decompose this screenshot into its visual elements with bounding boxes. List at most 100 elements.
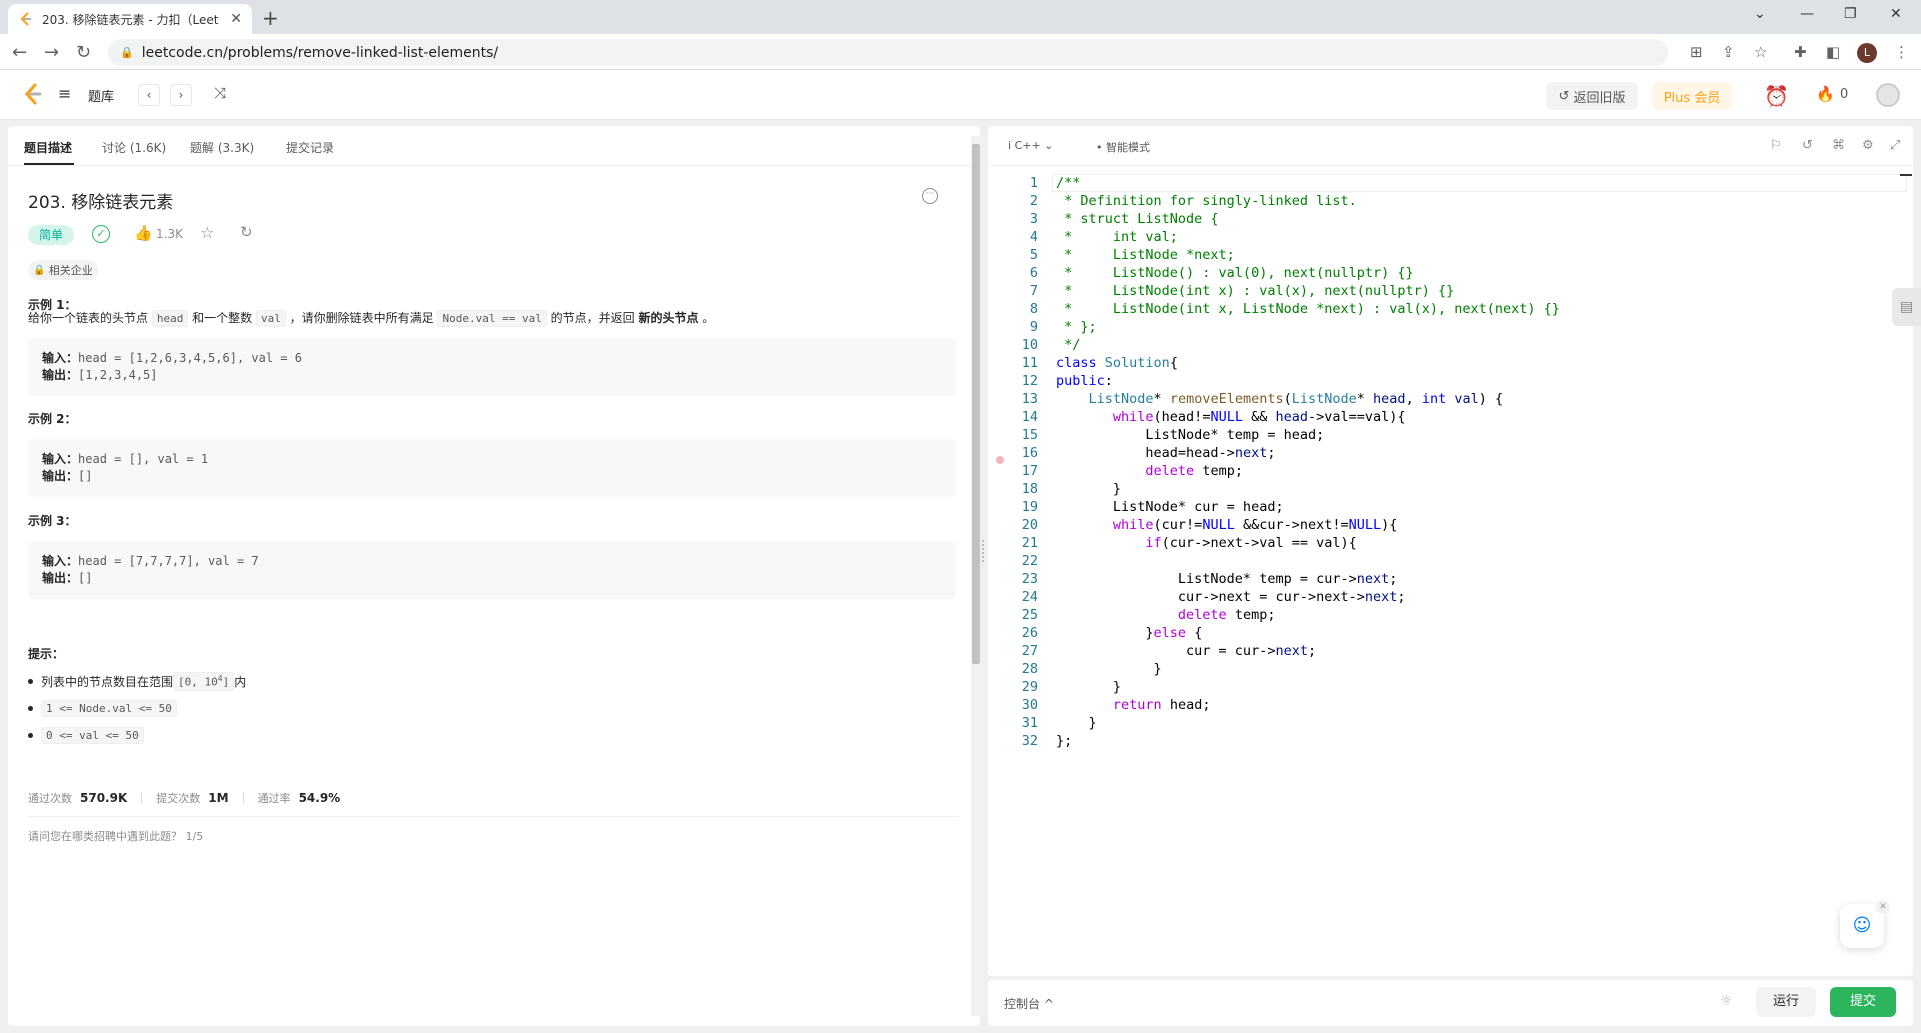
code-line[interactable]: 13 ListNode* removeElements(ListNode* he… bbox=[988, 390, 1503, 408]
more-options-icon[interactable]: ··· bbox=[922, 188, 938, 204]
code-line[interactable]: 5 * ListNode *next; bbox=[988, 246, 1235, 264]
code-text: }; bbox=[1056, 733, 1073, 749]
menu-list-icon[interactable]: ≡ bbox=[58, 84, 71, 103]
code-line[interactable]: 10 */ bbox=[988, 336, 1081, 354]
code-line[interactable]: 1 /** bbox=[988, 174, 1081, 192]
code-line[interactable]: 20 while(cur!=NULL &&cur->next!=NULL){ bbox=[988, 516, 1398, 534]
hint-code: [0, 10 bbox=[178, 675, 218, 689]
code-line[interactable]: 32}; bbox=[988, 732, 1073, 750]
reset-code-icon[interactable]: ↺ bbox=[1802, 138, 1813, 153]
settings-gear-icon[interactable]: ⚙ bbox=[1862, 138, 1874, 153]
code-line[interactable]: 16 head=head->next; bbox=[988, 444, 1276, 462]
example-output: [1,2,3,4,5] bbox=[78, 368, 158, 382]
close-window-icon[interactable]: ✕ bbox=[1890, 6, 1902, 22]
code-line[interactable]: 15 ListNode* temp = head; bbox=[988, 426, 1324, 444]
submit-button[interactable]: 提交 bbox=[1830, 987, 1896, 1017]
problems-link[interactable]: 题库 bbox=[88, 86, 114, 105]
tab-description[interactable]: 题目描述 bbox=[24, 139, 72, 156]
alarm-clock-icon[interactable]: ⏰ bbox=[1764, 84, 1789, 108]
user-avatar[interactable] bbox=[1876, 83, 1900, 107]
browser-menu-icon[interactable]: ⋮ bbox=[1894, 43, 1909, 61]
scrollbar-thumb[interactable] bbox=[972, 144, 980, 664]
shuffle-icon[interactable]: ⤨ bbox=[214, 84, 226, 102]
back-icon[interactable]: ← bbox=[12, 42, 27, 63]
bullet bbox=[28, 678, 33, 684]
code-line[interactable]: 19 ListNode* cur = head; bbox=[988, 498, 1284, 516]
fire-icon[interactable]: 🔥 bbox=[1816, 85, 1835, 103]
prev-problem-icon[interactable]: ‹ bbox=[138, 84, 160, 106]
line-number: 1 bbox=[1029, 175, 1038, 191]
code-line[interactable]: 31 } bbox=[988, 714, 1097, 732]
line-number: 4 bbox=[1029, 229, 1038, 245]
survey-question[interactable]: 请问您在哪类招聘中遇到此题？ 1/5 bbox=[28, 828, 203, 844]
side-panel-icon[interactable]: ◧ bbox=[1826, 43, 1840, 61]
fullscreen-icon[interactable]: ⤢ bbox=[1890, 138, 1900, 153]
line-number: 8 bbox=[1029, 301, 1038, 317]
maximize-icon[interactable]: ❐ bbox=[1844, 6, 1857, 22]
code-line[interactable]: 25 delete temp; bbox=[988, 606, 1276, 624]
bookmark-star-icon[interactable]: ☆ bbox=[1754, 43, 1767, 61]
bookmark-icon[interactable]: ⚐ bbox=[1770, 138, 1782, 153]
code-line[interactable]: 7 * ListNode(int x) : val(x), next(nullp… bbox=[988, 282, 1454, 300]
leetcode-logo-icon[interactable] bbox=[22, 82, 44, 106]
example-output: [] bbox=[78, 469, 93, 483]
code-line[interactable]: 21 if(cur->next->val == val){ bbox=[988, 534, 1357, 552]
next-problem-icon[interactable]: › bbox=[170, 84, 192, 106]
line-number: 21 bbox=[1021, 535, 1038, 551]
related-companies-button[interactable]: 🔒 相关企业 bbox=[28, 260, 98, 280]
thumbs-up-icon[interactable]: 👍 bbox=[134, 224, 153, 242]
code-line[interactable]: 27 cur = cur->next; bbox=[988, 642, 1316, 660]
code-line[interactable]: 24 cur->next = cur->next->next; bbox=[988, 588, 1406, 606]
close-tab-icon[interactable]: ✕ bbox=[230, 11, 242, 27]
code-line[interactable]: 9 * }; bbox=[988, 318, 1097, 336]
tab-discussion[interactable]: 讨论 (1.6K) bbox=[102, 139, 166, 156]
code-line[interactable]: 29 } bbox=[988, 678, 1121, 696]
forward-icon[interactable]: → bbox=[44, 42, 59, 63]
tab-solutions[interactable]: 题解 (3.3K) bbox=[190, 139, 254, 156]
close-chat-icon[interactable]: ✕ bbox=[1876, 900, 1890, 914]
code-line[interactable]: 8 * ListNode(int x, ListNode *next) : va… bbox=[988, 300, 1560, 318]
code-line[interactable]: 3 * struct ListNode { bbox=[988, 210, 1219, 228]
code-line[interactable]: 23 ListNode* temp = cur->next; bbox=[988, 570, 1398, 588]
language-select[interactable]: ⅰ C++ ⌄ bbox=[1008, 139, 1053, 152]
code-line[interactable]: 4 * int val; bbox=[988, 228, 1178, 246]
minimize-icon[interactable]: — bbox=[1800, 6, 1814, 22]
code-line[interactable]: 17 delete temp; bbox=[988, 462, 1243, 480]
fire-count: 0 bbox=[1840, 87, 1849, 102]
code-line[interactable]: 28 } bbox=[988, 660, 1162, 678]
side-file-tab-icon[interactable]: ▤ bbox=[1892, 288, 1921, 326]
new-tab-icon[interactable]: + bbox=[262, 6, 279, 30]
old-version-button[interactable]: ↺ 返回旧版 bbox=[1546, 82, 1638, 110]
code-line[interactable]: 12 public: bbox=[988, 372, 1113, 390]
url-input[interactable]: 🔒 leetcode.cn/problems/remove-linked-lis… bbox=[108, 39, 1668, 66]
code-line[interactable]: 2 * Definition for singly-linked list. bbox=[988, 192, 1357, 210]
code-text: ListNode* temp = cur->next; bbox=[1056, 571, 1398, 587]
code-line[interactable]: 22 bbox=[988, 552, 1064, 570]
profile-avatar[interactable]: L bbox=[1857, 43, 1877, 63]
debug-bug-icon[interactable]: ☼ bbox=[1720, 993, 1733, 1009]
submissions-value: 1M bbox=[208, 791, 229, 805]
code-line[interactable]: 11 class Solution{ bbox=[988, 354, 1178, 372]
translate-icon[interactable]: ⊞ bbox=[1690, 43, 1703, 61]
code-line[interactable]: 30 return head; bbox=[988, 696, 1211, 714]
shortcut-icon[interactable]: ⌘ bbox=[1832, 138, 1845, 153]
run-button[interactable]: 运行 bbox=[1756, 987, 1816, 1017]
console-toggle[interactable]: 控制台 ^ bbox=[1004, 995, 1054, 1012]
share-icon[interactable]: ↻ bbox=[240, 223, 253, 241]
browser-tab[interactable]: 203. 移除链表元素 - 力扣（Leet ✕ bbox=[8, 4, 252, 34]
panel-splitter[interactable] bbox=[982, 540, 986, 562]
code-line[interactable]: 14 while(head!=NULL && head->val==val){ bbox=[988, 408, 1406, 426]
favorite-star-icon[interactable]: ☆ bbox=[200, 223, 214, 242]
breakpoint-marker[interactable] bbox=[996, 456, 1004, 464]
plus-member-button[interactable]: Plus 会员 bbox=[1652, 82, 1732, 110]
code-line[interactable]: 6 * ListNode() : val(0), next(nullptr) {… bbox=[988, 264, 1414, 282]
code-line[interactable]: 18 } bbox=[988, 480, 1121, 498]
tab-submissions[interactable]: 提交记录 bbox=[286, 139, 334, 156]
reload-icon[interactable]: ↻ bbox=[76, 42, 91, 63]
code-line[interactable]: 26 }else { bbox=[988, 624, 1203, 642]
code-editor[interactable]: 1/** 2 * Definition for singly-linked lis… bbox=[988, 174, 1913, 934]
smart-mode-toggle[interactable]: • 智能模式 bbox=[1096, 139, 1150, 155]
extensions-icon[interactable]: ✚ bbox=[1794, 43, 1807, 61]
tab-search-icon[interactable]: ⌄ bbox=[1754, 6, 1766, 22]
share-icon[interactable]: ⇪ bbox=[1722, 43, 1735, 61]
